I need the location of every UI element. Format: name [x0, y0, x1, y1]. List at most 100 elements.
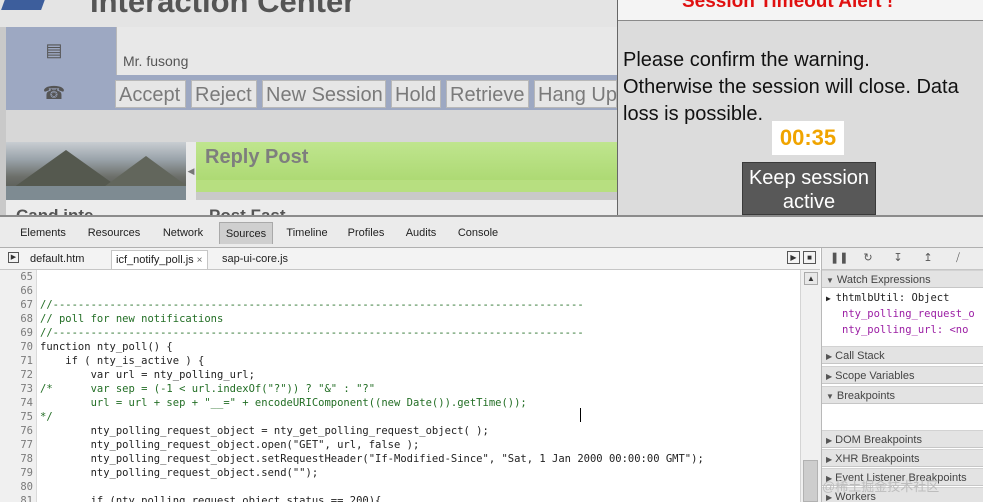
pause-icon[interactable]: ❚❚: [830, 251, 848, 265]
code-text: */: [40, 411, 53, 423]
debugger-controls: ❚❚ ↻ ↧ ↥ ⧸: [822, 248, 983, 270]
code-editor[interactable]: 65 66 67 //--------------------------------…: [0, 270, 800, 502]
tab-network[interactable]: Network: [156, 222, 210, 244]
dialog-title: Session Timeout Alert !: [682, 0, 894, 12]
line-number[interactable]: 65: [0, 270, 33, 284]
line-number[interactable]: 81: [0, 494, 33, 502]
new-session-button[interactable]: New Session: [262, 80, 386, 108]
line-number[interactable]: 75: [0, 410, 33, 424]
tab-timeline[interactable]: Timeline: [281, 222, 333, 244]
text-cursor: [580, 408, 581, 422]
tab-console[interactable]: Console: [451, 222, 505, 244]
scroll-up-icon[interactable]: ▲: [804, 272, 818, 285]
code-text: if (nty_polling_request_object.status ==…: [40, 495, 382, 502]
app-title-bar: Interaction Center: [0, 0, 617, 27]
dialog-header: Session Timeout Alert !: [618, 0, 983, 21]
header-landscape-image: [6, 142, 186, 200]
keep-button-line2: active: [782, 191, 836, 213]
caller-info-box: Mr. fusong: [116, 27, 613, 75]
section-headers-band: Cand inte Post Fast: [6, 200, 617, 215]
breakpoints-header[interactable]: ▼ Breakpoints: [822, 386, 983, 404]
line-number[interactable]: 74: [0, 396, 33, 410]
line-number[interactable]: 66: [0, 284, 33, 298]
phone-icon[interactable]: ☎: [42, 82, 66, 104]
code-text: nty_polling_request_object.setRequestHea…: [40, 453, 704, 465]
file-tab-label: icf_notify_poll.js: [116, 254, 194, 266]
close-tab-icon[interactable]: ×: [197, 255, 203, 266]
file-tab-default-htm[interactable]: default.htm: [30, 250, 84, 269]
file-tab-icf-notify-poll[interactable]: icf_notify_poll.js ×: [111, 250, 208, 269]
code-text: /* var sep = (-1 < url.indexOf("?")) ? "…: [40, 383, 376, 395]
scroll-thumb[interactable]: [803, 460, 818, 502]
line-number[interactable]: 79: [0, 466, 33, 480]
dialog-body: Please confirm the warning. Otherwise th…: [618, 21, 983, 215]
code-text: nty_polling_request_object.send("");: [40, 467, 319, 479]
watch-object-item[interactable]: ▶ thtmlbUtil: Object: [826, 290, 949, 307]
line-number[interactable]: 78: [0, 452, 33, 466]
collapse-handle-icon[interactable]: ◀: [186, 142, 196, 200]
step-over-icon[interactable]: ↻: [860, 251, 876, 265]
code-text: if ( nty_is_active ) {: [40, 355, 205, 367]
dock-sidebar-icon[interactable]: ■: [803, 251, 816, 264]
line-number[interactable]: 73: [0, 382, 33, 396]
tree-arrow-icon: ▶: [826, 294, 836, 303]
step-into-icon[interactable]: ↧: [890, 251, 906, 265]
line-number[interactable]: 77: [0, 438, 33, 452]
line-number[interactable]: 72: [0, 368, 33, 382]
line-number[interactable]: 67: [0, 298, 33, 312]
line-number[interactable]: 80: [0, 480, 33, 494]
keep-button-line1: Keep session: [748, 167, 870, 189]
scope-variables-header[interactable]: ▶ Scope Variables: [822, 366, 983, 384]
tab-profiles[interactable]: Profiles: [341, 222, 391, 244]
file-tab-sap-ui-core[interactable]: sap-ui-core.js: [222, 250, 288, 269]
dom-breakpoints-header[interactable]: ▶ DOM Breakpoints: [822, 430, 983, 448]
step-out-icon[interactable]: ↥: [920, 251, 936, 265]
dialog-message: Please confirm the warning. Otherwise th…: [623, 47, 983, 128]
app-title: Interaction Center: [90, 0, 356, 19]
deactivate-breakpoints-icon[interactable]: ⧸: [950, 251, 966, 265]
section-header-right: Post Fast: [209, 206, 286, 215]
expand-arrow-icon: ▼: [826, 276, 834, 285]
section-header-left: Cand inte: [16, 206, 93, 215]
hold-button[interactable]: Hold: [391, 80, 441, 108]
section-title: Call Stack: [835, 350, 885, 362]
code-text: function nty_poll() {: [40, 341, 173, 353]
line-number[interactable]: 71: [0, 354, 33, 368]
dialog-message-line: Otherwise the session will close. Data: [623, 76, 959, 98]
hang-up-button[interactable]: Hang Up: [534, 80, 617, 108]
debugger-sidebar: ❚❚ ↻ ↧ ↥ ⧸ ▼ Watch Expressions ▶ thtmlbUt…: [821, 248, 983, 502]
xhr-breakpoints-header[interactable]: ▶ XHR Breakpoints: [822, 449, 983, 467]
code-vertical-scrollbar[interactable]: ▲: [800, 270, 821, 502]
section-title: DOM Breakpoints: [835, 434, 922, 446]
watch-property[interactable]: nty_polling_url: <no: [842, 322, 968, 338]
dialog-message-line: Please confirm the warning.: [623, 49, 870, 71]
countdown-timer: 00:35: [772, 121, 844, 155]
line-number[interactable]: 69: [0, 326, 33, 340]
interaction-center-app: Interaction Center ▤ ☎ Mr. fusong Accept…: [0, 0, 983, 215]
reply-post-title: Reply Post: [205, 146, 309, 168]
call-stack-header[interactable]: ▶ Call Stack: [822, 346, 983, 364]
watch-expressions-header[interactable]: ▼ Watch Expressions: [822, 270, 983, 288]
line-number[interactable]: 76: [0, 424, 33, 438]
tab-audits[interactable]: Audits: [399, 222, 443, 244]
watch-property[interactable]: nty_polling_request_o: [842, 306, 975, 322]
section-title: Watch Expressions: [836, 274, 931, 286]
section-title: Scope Variables: [835, 370, 915, 382]
tab-elements[interactable]: Elements: [14, 222, 72, 244]
accept-button[interactable]: Accept: [115, 80, 186, 108]
keep-session-active-button[interactable]: Keep session active: [742, 162, 876, 215]
section-title: Breakpoints: [836, 390, 896, 402]
reject-button[interactable]: Reject: [191, 80, 257, 108]
code-text: //--------------------------------------…: [40, 327, 584, 339]
tab-resources[interactable]: Resources: [82, 222, 146, 244]
retrieve-button[interactable]: Retrieve: [446, 80, 529, 108]
reply-post-panel: Reply Post: [196, 142, 617, 192]
toggle-debugger-icon[interactable]: ▶: [787, 251, 800, 264]
session-timeout-dialog: Session Timeout Alert ! Please confirm t…: [617, 0, 983, 215]
code-text: // poll for new notifications: [40, 313, 224, 325]
line-number[interactable]: 68: [0, 312, 33, 326]
tab-sources[interactable]: Sources: [219, 222, 273, 244]
line-number[interactable]: 70: [0, 340, 33, 354]
notes-icon[interactable]: ▤: [42, 39, 66, 61]
show-navigator-icon[interactable]: ▶: [8, 252, 19, 263]
